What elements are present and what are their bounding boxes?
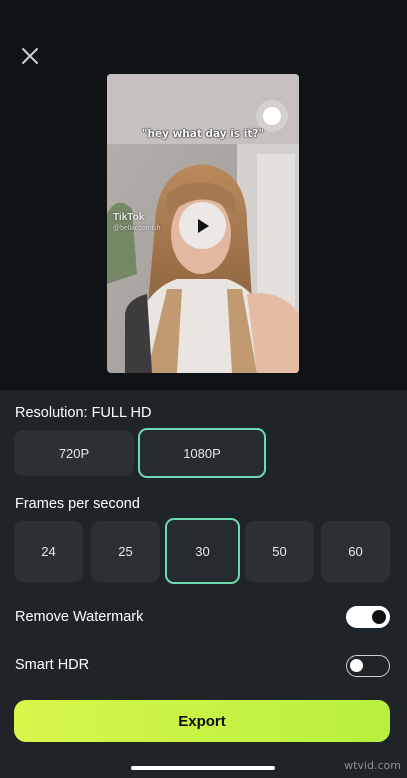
fps-label: Frames per second [15, 496, 140, 512]
remove-watermark-label: Remove Watermark [15, 609, 144, 625]
video-caption: "hey what day is it?" [142, 128, 264, 140]
home-indicator [131, 766, 275, 770]
toggle-knob [372, 610, 386, 624]
video-preview-area: "hey what day is it?" TikTok @bellaccomi… [0, 0, 407, 390]
play-button[interactable] [179, 202, 226, 249]
play-icon [197, 218, 209, 233]
fps-option-60[interactable]: 60 [321, 521, 390, 582]
close-icon [22, 48, 38, 64]
video-thumbnail[interactable]: "hey what day is it?" TikTok @bellaccomi… [107, 74, 299, 373]
smart-hdr-label: Smart HDR [15, 657, 90, 673]
fps-option-25[interactable]: 25 [91, 521, 160, 582]
fps-option-24[interactable]: 24 [14, 521, 83, 582]
resolution-option-1080p[interactable]: 1080P [138, 428, 266, 478]
remove-watermark-toggle[interactable] [346, 606, 390, 628]
tiktok-logo: TikTok [113, 212, 145, 223]
fps-option-50[interactable]: 50 [245, 521, 314, 582]
resolution-option-720p[interactable]: 720P [14, 430, 134, 476]
tiktok-username: @bellaccomish [113, 225, 161, 232]
export-button[interactable]: Export [14, 700, 390, 742]
fps-option-30[interactable]: 30 [165, 518, 240, 584]
site-watermark: wtvid.com [344, 759, 401, 772]
close-button[interactable] [18, 44, 42, 68]
resolution-label: Resolution: FULL HD [15, 405, 152, 421]
toggle-knob [350, 659, 363, 672]
smart-hdr-toggle[interactable] [346, 655, 390, 677]
